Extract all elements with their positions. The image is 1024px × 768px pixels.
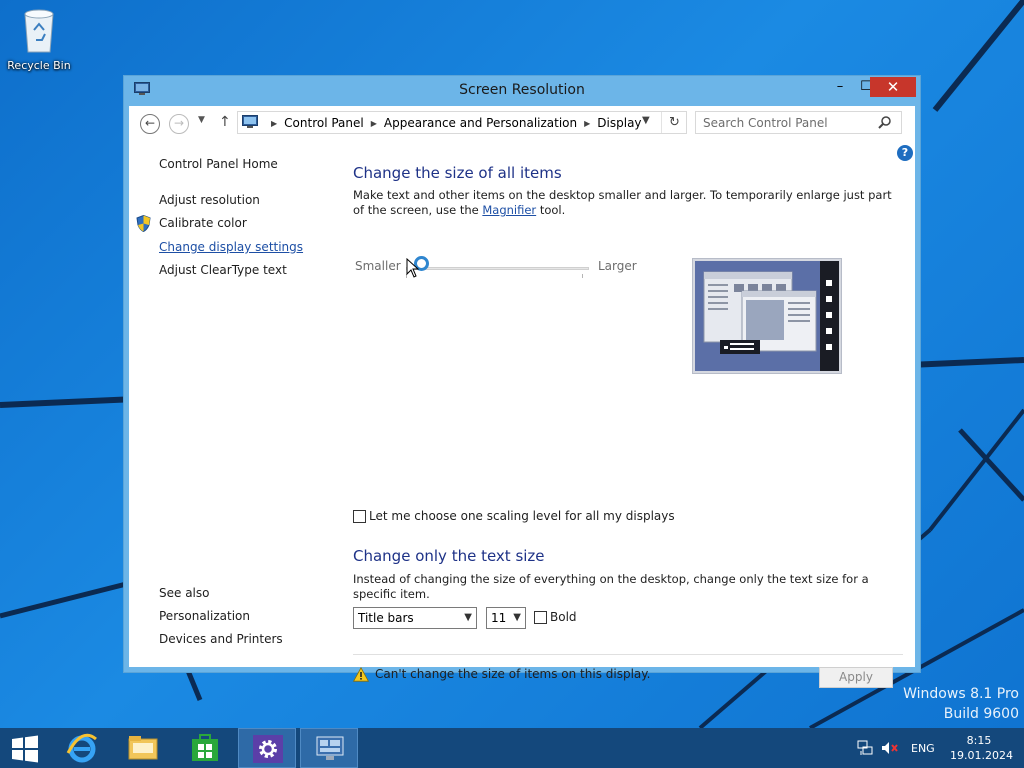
refresh-button[interactable]: ↻ (661, 112, 687, 133)
windows-version-watermark: Windows 8.1 Pro Build 9600 (903, 684, 1019, 724)
breadcrumb-separator-icon[interactable]: ▶ (271, 119, 277, 128)
content-area: ? Control Panel Home Adjust resolution C… (129, 140, 915, 688)
search-box[interactable] (695, 111, 902, 134)
description-text-end: tool. (536, 203, 566, 217)
recycle-bin[interactable]: Recycle Bin (6, 6, 72, 72)
display-preview-image (692, 258, 842, 374)
forward-button[interactable]: → (169, 114, 189, 134)
language-indicator[interactable]: ENG (911, 742, 935, 756)
arrow-right-icon: → (173, 116, 185, 130)
watermark-build: Build 9600 (943, 706, 1019, 722)
magnifier-link[interactable]: Magnifier (482, 203, 536, 217)
recent-locations-button[interactable]: ▼ (198, 115, 205, 125)
recycle-bin-label: Recycle Bin (7, 59, 71, 72)
breadcrumb: ▶ Control Panel ▶ Appearance and Personaliz… (264, 116, 642, 130)
text-item-select[interactable]: Title bars ▼ (353, 607, 477, 629)
network-icon[interactable] (857, 740, 873, 756)
breadcrumb-separator-icon[interactable]: ▶ (584, 119, 590, 128)
arrow-up-icon: ↑ (219, 114, 231, 130)
breadcrumb-appearance[interactable]: Appearance and Personalization (384, 116, 577, 130)
address-dropdown-icon[interactable]: ▼ (642, 115, 650, 126)
adjust-resolution-link[interactable]: Adjust resolution (159, 193, 260, 207)
window-title: Screen Resolution (459, 82, 585, 98)
divider (353, 654, 903, 655)
volume-muted-icon[interactable] (881, 740, 899, 756)
chevron-down-icon: ▼ (513, 612, 521, 623)
close-button[interactable]: ✕ (870, 77, 916, 97)
calibrate-color-link[interactable]: Calibrate color (159, 216, 247, 230)
internet-explorer-icon (66, 733, 97, 763)
chevron-down-icon: ▼ (198, 115, 205, 125)
search-input[interactable] (697, 113, 872, 132)
title-bar[interactable]: Screen Resolution – ☐ ✕ (124, 76, 920, 104)
bold-label[interactable]: Bold (550, 610, 577, 624)
warning-icon (353, 667, 369, 682)
mouse-cursor-icon (406, 258, 420, 278)
windows-logo-icon (12, 735, 38, 763)
section-description-size-all: Make text and other items on the desktop… (353, 188, 893, 218)
refresh-icon: ↻ (669, 115, 680, 130)
minimize-button[interactable]: – (827, 77, 853, 97)
back-button[interactable]: ← (140, 114, 160, 134)
breadcrumb-control-panel[interactable]: Control Panel (284, 116, 364, 130)
warning-text: Can't change the size of items on this d… (375, 667, 651, 681)
screen-resolution-window: Screen Resolution – ☐ ✕ ← → ▼ ↑ ▶ Control… (123, 75, 921, 688)
slider-tick (582, 274, 583, 278)
breadcrumb-display[interactable]: Display (597, 116, 641, 130)
section-title-text-size: Change only the text size (353, 547, 545, 565)
clock[interactable]: 8:15 19.01.2024 (950, 733, 1013, 763)
taskbar-pc-settings[interactable] (238, 728, 296, 768)
chevron-down-icon: ▼ (464, 612, 472, 623)
section-description-text-size: Instead of changing the size of everythi… (353, 572, 869, 601)
store-icon (192, 734, 218, 761)
taskbar-file-explorer[interactable] (114, 728, 172, 768)
devices-and-printers-link[interactable]: Devices and Printers (159, 632, 283, 646)
breadcrumb-separator-icon[interactable]: ▶ (371, 119, 377, 128)
text-item-select-value: Title bars (358, 611, 414, 625)
font-size-select[interactable]: 11 ▼ (486, 607, 526, 629)
folder-icon (128, 736, 158, 760)
scaling-level-label[interactable]: Let me choose one scaling level for all … (369, 509, 675, 523)
help-icon[interactable]: ? (897, 145, 913, 161)
taskbar: ENG 8:15 19.01.2024 (0, 728, 1024, 768)
search-icon[interactable] (877, 115, 893, 131)
apply-button[interactable]: Apply (819, 667, 893, 688)
up-button[interactable]: ↑ (219, 114, 231, 130)
size-slider-track[interactable] (406, 267, 589, 270)
control-panel-icon (242, 115, 258, 128)
control-panel-home-link[interactable]: Control Panel Home (159, 157, 278, 171)
uac-shield-icon (136, 215, 151, 232)
control-panel-icon (316, 736, 344, 760)
personalization-link[interactable]: Personalization (159, 609, 250, 623)
taskbar-store[interactable] (176, 728, 234, 768)
taskbar-control-panel[interactable] (300, 728, 358, 768)
recycle-bin-icon (24, 9, 54, 53)
watermark-edition: Windows 8.1 Pro (903, 686, 1019, 702)
clock-date: 19.01.2024 (950, 749, 1013, 762)
section-title-size-all: Change the size of all items (353, 164, 562, 182)
description-text: Make text and other items on the desktop… (353, 188, 892, 217)
gear-icon (253, 735, 283, 763)
font-size-select-value: 11 (491, 611, 507, 625)
navigation-bar: ← → ▼ ↑ ▶ Control Panel ▶ Appearance and Pe… (129, 106, 915, 140)
arrow-left-icon: ← (144, 116, 156, 130)
slider-min-label: Smaller (355, 259, 401, 273)
address-bar[interactable]: ▶ Control Panel ▶ Appearance and Personaliz… (237, 111, 687, 134)
bold-checkbox[interactable] (534, 611, 547, 624)
adjust-cleartype-link[interactable]: Adjust ClearType text (159, 263, 287, 277)
change-display-settings-link[interactable]: Change display settings (159, 240, 303, 254)
taskbar-internet-explorer[interactable] (53, 728, 111, 768)
slider-max-label: Larger (598, 259, 637, 273)
start-button[interactable] (0, 728, 50, 768)
see-also-heading: See also (159, 586, 210, 600)
scaling-level-checkbox[interactable] (353, 510, 366, 523)
clock-time: 8:15 (966, 734, 992, 747)
